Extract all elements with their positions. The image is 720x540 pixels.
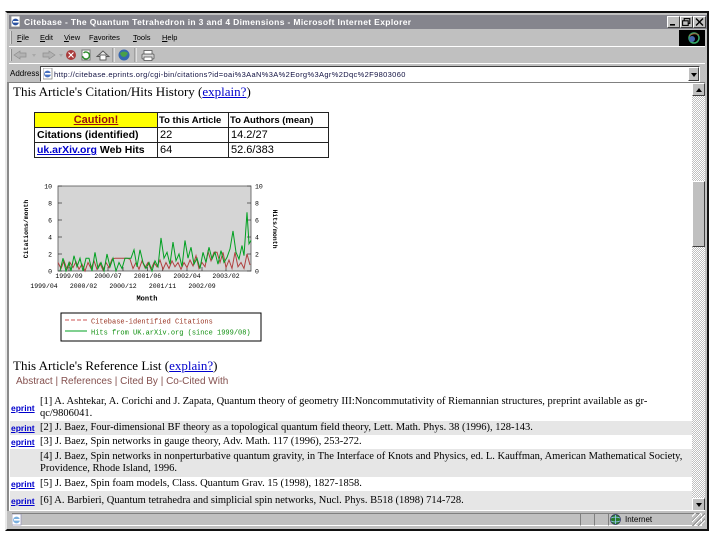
svg-text:2000/12: 2000/12: [109, 283, 136, 290]
svg-text:6: 6: [255, 218, 259, 225]
svg-text:10: 10: [255, 184, 263, 191]
svg-text:Hits from UK.arXiv.org (since: Hits from UK.arXiv.org (since 1999/08): [91, 330, 251, 338]
svg-text:1999/09: 1999/09: [55, 273, 82, 280]
svg-text:2001/11: 2001/11: [149, 283, 176, 290]
svg-text:Month: Month: [136, 296, 157, 304]
svg-text:2000/02: 2000/02: [70, 283, 97, 290]
svg-text:2002/09: 2002/09: [188, 283, 215, 290]
svg-text:4: 4: [255, 235, 259, 242]
svg-text:2003/02: 2003/02: [212, 273, 239, 280]
svg-text:2: 2: [48, 252, 52, 259]
svg-text:4: 4: [48, 235, 52, 242]
svg-text:8: 8: [255, 201, 259, 208]
svg-text:2001/06: 2001/06: [134, 273, 161, 280]
svg-text:2000/07: 2000/07: [94, 273, 121, 280]
svg-text:1999/04: 1999/04: [30, 283, 57, 290]
svg-text:0: 0: [255, 269, 259, 276]
svg-text:2: 2: [255, 252, 259, 259]
svg-text:10: 10: [44, 184, 52, 191]
svg-text:2002/04: 2002/04: [173, 273, 200, 280]
svg-text:0: 0: [48, 269, 52, 276]
svg-text:Citebase-identified Citations: Citebase-identified Citations: [91, 319, 213, 327]
svg-text:Hits/month: Hits/month: [271, 209, 278, 248]
svg-text:8: 8: [48, 201, 52, 208]
svg-text:Citations/month: Citations/month: [23, 200, 30, 259]
svg-text:6: 6: [48, 218, 52, 225]
